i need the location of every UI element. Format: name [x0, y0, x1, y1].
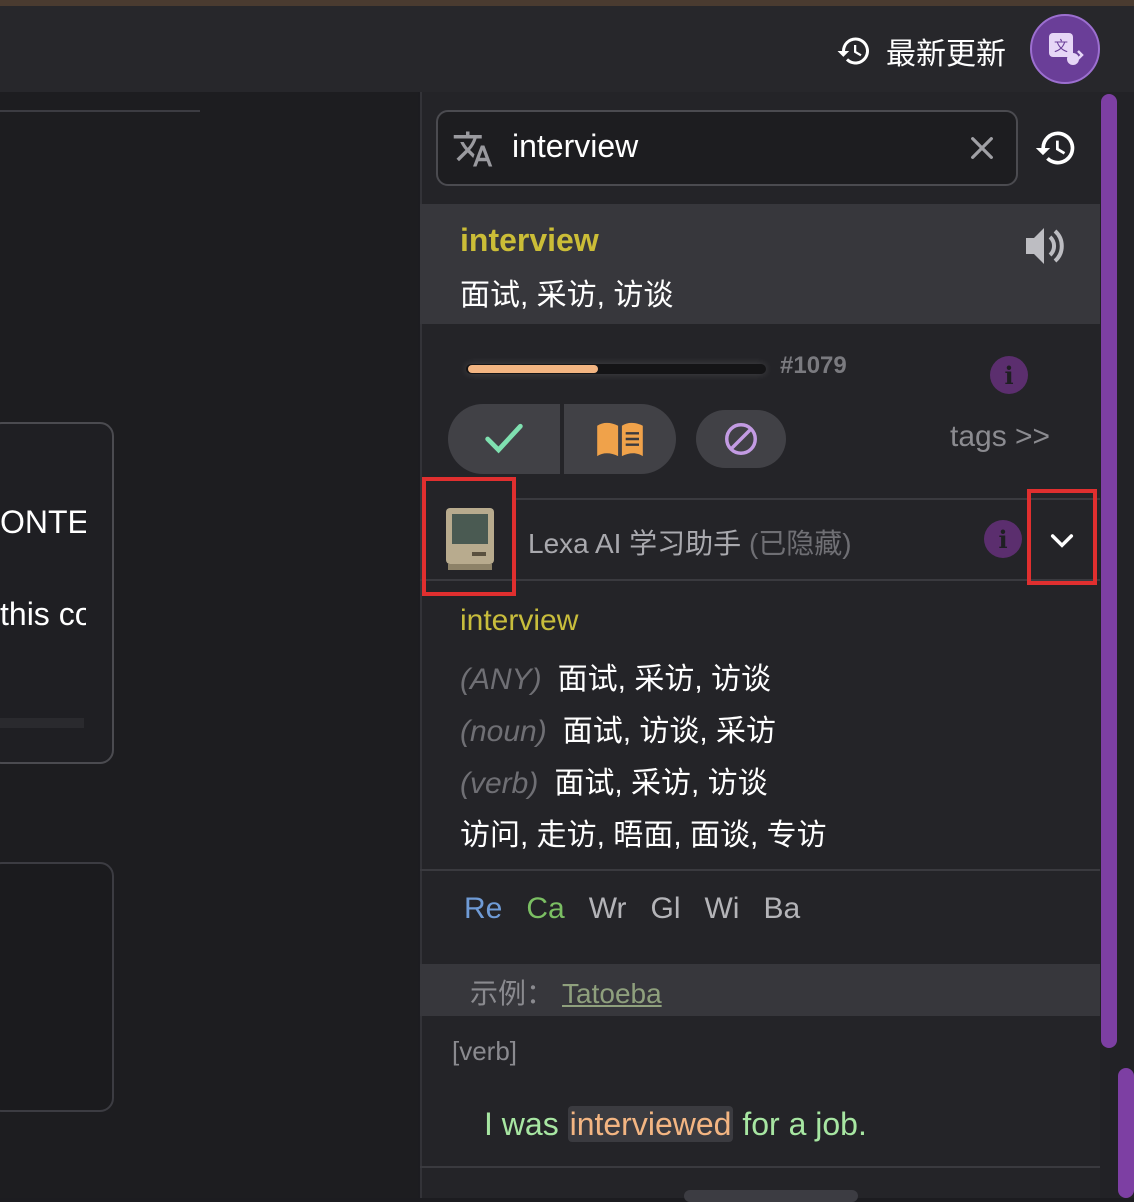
tab-re[interactable]: Re	[464, 892, 502, 926]
translate-extension-button[interactable]: 文	[1030, 14, 1100, 84]
info-icon[interactable]: i	[984, 520, 1022, 558]
synonyms: 访问, 走访, 晤面, 面谈, 专访	[460, 819, 827, 852]
svg-text:文: 文	[1054, 39, 1068, 55]
example-pos-tag: [verb]	[452, 1036, 518, 1066]
scrollbar-thumb[interactable]	[1101, 94, 1117, 1048]
divider	[420, 869, 1100, 871]
recent-updates-label: 最新更新	[886, 38, 1006, 71]
search-input[interactable]: interview	[512, 128, 638, 165]
card-text: this co	[0, 596, 86, 632]
divider	[512, 498, 1100, 500]
dictionary-tabs: Re Ca Wr Gl Wi Ba	[464, 892, 800, 926]
progress-fill	[468, 365, 598, 373]
part-of-speech: (noun)	[460, 715, 547, 748]
info-icon[interactable]: i	[990, 356, 1028, 394]
frequency-rank: #1079	[780, 352, 847, 379]
examples-title: 示例：	[470, 978, 555, 1009]
block-icon	[725, 423, 757, 455]
tab-ca[interactable]: Ca	[526, 892, 564, 926]
card-text: ONTEX	[0, 504, 86, 540]
translate-voice-icon: 文	[1049, 33, 1084, 65]
headword: interview	[460, 222, 599, 258]
examples-source-link[interactable]: Tatoeba	[562, 978, 662, 1009]
learning-button[interactable]	[564, 404, 676, 474]
hidden-label: (已隐藏)	[748, 528, 852, 559]
definition-line: (ANY) 面试, 采访, 访谈	[460, 654, 771, 698]
check-icon	[485, 423, 523, 454]
headword-translation: 面试, 采访, 访谈	[460, 279, 674, 312]
content-card	[0, 862, 114, 1112]
tab-wi[interactable]: Wi	[704, 892, 739, 926]
divider	[0, 110, 200, 112]
ai-assistant-name: Lexa AI 学习助手	[528, 528, 742, 559]
content-card	[0, 422, 114, 764]
tab-wr[interactable]: Wr	[589, 892, 627, 926]
ignore-button[interactable]	[696, 410, 786, 468]
tags-link[interactable]: tags >>	[950, 420, 1050, 454]
divider	[420, 579, 1100, 581]
tab-gl[interactable]: Gl	[650, 892, 680, 926]
definition-word: interview	[460, 604, 579, 637]
translate-icon	[452, 128, 494, 175]
scroll-hint	[684, 1190, 858, 1202]
definition-line: (verb) 面试, 采访, 访谈	[460, 758, 768, 802]
part-of-speech: (ANY)	[460, 663, 542, 696]
highlighted-word: interviewed	[567, 1106, 734, 1142]
recent-updates-button[interactable]: 最新更新	[836, 30, 1006, 72]
highlight-box	[422, 477, 516, 596]
part-of-speech: (verb)	[460, 767, 539, 800]
highlight-box	[1027, 489, 1097, 585]
history-icon[interactable]	[1034, 126, 1078, 175]
examples-label: 示例： Tatoeba	[470, 972, 662, 1012]
close-icon[interactable]	[966, 132, 998, 169]
sentence-start: I was	[484, 1106, 568, 1142]
known-button[interactable]	[448, 404, 560, 474]
divider	[0, 718, 84, 728]
divider	[420, 1166, 1100, 1168]
scrollbar-thumb[interactable]	[1118, 1068, 1134, 1198]
ai-assistant-title[interactable]: Lexa AI 学习助手 (已隐藏)	[528, 522, 852, 562]
definition-text: 面试, 采访, 访谈	[554, 767, 768, 800]
history-icon	[837, 37, 869, 65]
example-sentence: I was interviewed for a job.	[484, 1106, 867, 1143]
definition-text: 面试, 采访, 访谈	[557, 663, 772, 696]
definition-line: (noun) 面试, 访谈, 采访	[460, 706, 776, 750]
sentence-end: for a job.	[733, 1106, 867, 1142]
open-book-icon	[597, 422, 643, 457]
familiarity-progress	[466, 364, 766, 374]
speaker-icon[interactable]	[1022, 224, 1070, 273]
definition-text: 面试, 访谈, 采访	[562, 715, 777, 748]
tab-ba[interactable]: Ba	[763, 892, 800, 926]
